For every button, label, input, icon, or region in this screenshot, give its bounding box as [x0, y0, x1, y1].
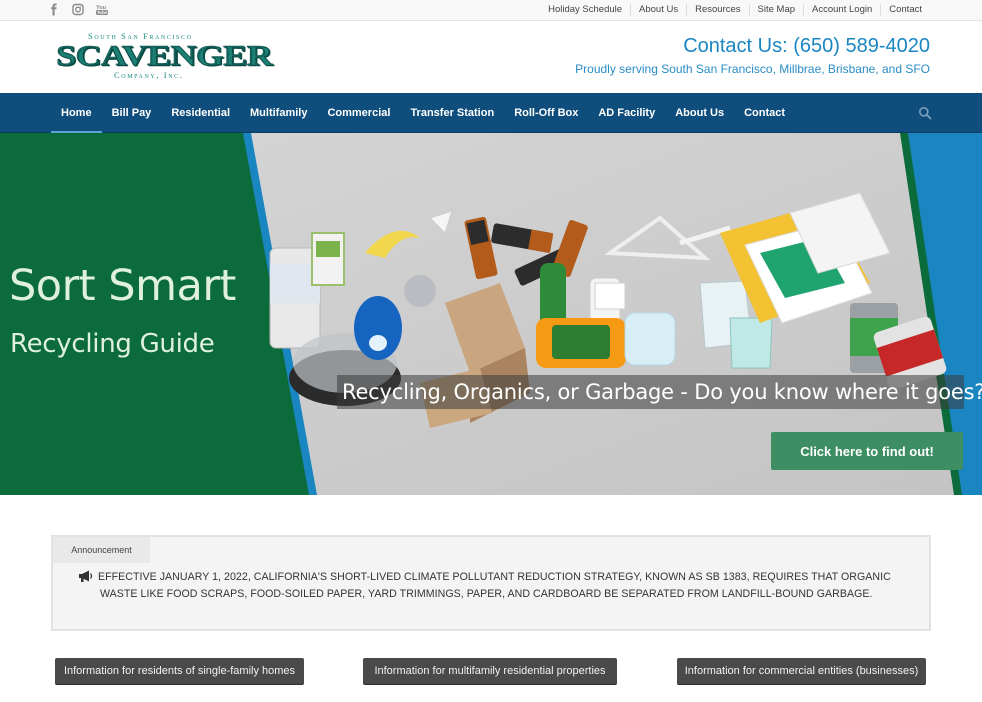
nav-item-bill-pay[interactable]: Bill Pay — [102, 93, 162, 133]
hero-subtitle: Recycling Guide — [10, 329, 215, 359]
commercial-info-button[interactable]: Information for commercial entities (bus… — [677, 658, 926, 684]
nav-item-home[interactable]: Home — [51, 93, 102, 133]
nav-item-ad-facility[interactable]: AD Facility — [588, 93, 665, 133]
nav-item-about-us[interactable]: About Us — [665, 93, 734, 133]
site-header: South San Francisco SCAVENGER Company, I… — [0, 21, 982, 93]
top-utility-bar: You Tube Holiday Schedule About Us Resour… — [0, 0, 982, 21]
find-out-button[interactable]: Click here to find out! — [771, 432, 963, 470]
search-icon[interactable] — [918, 106, 932, 120]
announcement-line-1: Effective January 1, 2022, California's … — [98, 571, 891, 583]
youtube-icon[interactable]: You Tube — [96, 3, 108, 16]
about-us-link[interactable]: About Us — [630, 4, 686, 16]
logo-wordmark-graphic: SCAVENGER — [56, 40, 275, 73]
announcement-text: Effective January 1, 2022, California's … — [98, 569, 918, 602]
contact-link[interactable]: Contact — [880, 4, 930, 16]
contact-phone-heading[interactable]: Contact Us: (650) 589-4020 — [683, 35, 930, 58]
holiday-schedule-link[interactable]: Holiday Schedule — [540, 4, 630, 16]
instagram-icon[interactable] — [72, 3, 84, 16]
multifamily-info-button[interactable]: Information for multifamily residential … — [363, 658, 617, 684]
main-nav: Home Bill Pay Residential Multifamily Co… — [0, 93, 982, 133]
nav-item-contact[interactable]: Contact — [734, 93, 795, 133]
facebook-icon[interactable] — [48, 3, 60, 16]
svg-text:SCAVENGER: SCAVENGER — [56, 40, 274, 72]
announcement-box: Announcement Effective January 1, 2022, … — [51, 535, 931, 631]
nav-item-transfer-station[interactable]: Transfer Station — [400, 93, 504, 133]
hero-title: Sort Smart — [9, 261, 236, 311]
social-links: You Tube — [48, 3, 108, 16]
nav-item-multifamily[interactable]: Multifamily — [240, 93, 317, 133]
account-login-link[interactable]: Account Login — [803, 4, 880, 16]
hero-banner[interactable]: Sort Smart Recycling Guide Recycling, Or… — [0, 133, 982, 495]
announcement-tab[interactable]: Announcement — [53, 537, 150, 563]
service-area-text: Proudly serving South San Francisco, Mil… — [575, 62, 930, 76]
nav-item-residential[interactable]: Residential — [161, 93, 240, 133]
utility-nav: Holiday Schedule About Us Resources Site… — [540, 0, 930, 20]
announcement-line-2: waste like food scraps, food-soiled pape… — [100, 587, 873, 600]
site-map-link[interactable]: Site Map — [748, 4, 804, 16]
hero-caption: Recycling, Organics, or Garbage - Do you… — [337, 375, 982, 409]
resources-link[interactable]: Resources — [686, 4, 748, 16]
single-family-info-button[interactable]: Information for residents of single-fami… — [55, 658, 304, 684]
nav-item-commercial[interactable]: Commercial — [317, 93, 400, 133]
svg-text:Tube: Tube — [97, 10, 108, 15]
megaphone-icon — [77, 569, 93, 583]
logo-bottom-line: Company, Inc. — [114, 70, 184, 80]
nav-item-roll-off-box[interactable]: Roll-Off Box — [504, 93, 588, 133]
scavenger-logo[interactable]: South San Francisco SCAVENGER Company, I… — [56, 31, 278, 83]
